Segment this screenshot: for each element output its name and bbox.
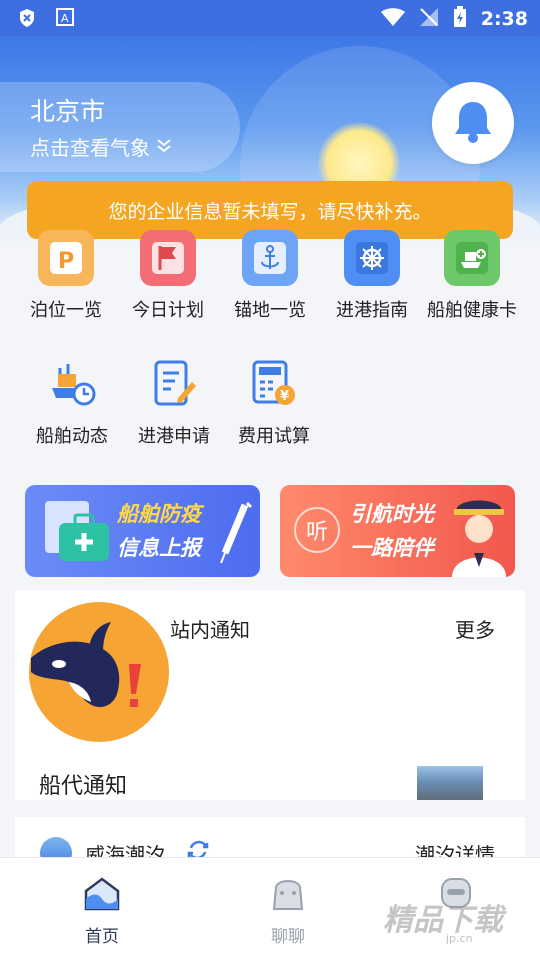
ship-health-icon (444, 230, 500, 286)
tab-chat[interactable]: 聊聊 (228, 872, 348, 947)
ship-clock-icon (44, 356, 100, 412)
status-bar: A 2:38 (0, 0, 540, 36)
font-a-icon: A (56, 8, 74, 32)
weather-link[interactable]: 点击查看气象 (30, 132, 240, 161)
site-watermark-url: jp.cn (446, 932, 473, 945)
city-name: 北京市 (30, 97, 106, 126)
port-photo-thumbnail[interactable] (417, 766, 483, 800)
no-signal-icon (419, 7, 439, 31)
clock-time: 2:38 (480, 8, 528, 30)
bell-icon (451, 98, 495, 148)
tab-home[interactable]: 首页 (42, 872, 162, 947)
pilotage-audio-banner[interactable]: 听 引航时光 一路陪伴 (280, 485, 515, 577)
pilot-captain-illustration (446, 491, 512, 577)
grid-item-port-application[interactable]: 进港申请 (122, 356, 226, 448)
station-notice-card: 站内通知 更多 船代通知 (15, 590, 525, 800)
orca-mascot-illustration (29, 602, 169, 742)
ship-agent-notice-title[interactable]: 船代通知 (39, 768, 127, 800)
more-notices-link[interactable]: 更多 (455, 614, 495, 643)
parking-icon: P (38, 230, 94, 286)
flag-icon (140, 230, 196, 286)
svg-text:¥: ¥ (280, 389, 289, 404)
city-weather-card[interactable]: 北京市 点击查看气象 (0, 82, 240, 172)
svg-text:A: A (61, 12, 69, 25)
epidemic-report-banner[interactable]: 船舶防疫 信息上报 (25, 485, 260, 577)
anchor-icon (242, 230, 298, 286)
listen-badge: 听 (294, 507, 340, 553)
grid-item-ship-health[interactable]: 船舶健康卡 (420, 230, 524, 322)
notification-bell-button[interactable] (432, 82, 514, 164)
notice-section-title: 站内通知 (170, 618, 250, 642)
edit-doc-icon (146, 356, 202, 412)
helm-icon (344, 230, 400, 286)
battery-icon (453, 6, 467, 32)
grid-item-anchorage[interactable]: 锚地一览 (218, 230, 322, 322)
grid-item-berth[interactable]: P 泊位一览 (14, 230, 118, 322)
grid-item-ship-dynamics[interactable]: 船舶动态 (20, 356, 124, 448)
syringe-icon (217, 501, 253, 569)
wifi-icon (380, 7, 405, 31)
site-watermark: 精品下载 (383, 903, 503, 938)
calculator-icon: ¥ (246, 356, 302, 412)
grid-item-fee-estimate[interactable]: ¥ 费用试算 (222, 356, 326, 448)
double-chevron-down-icon (156, 135, 172, 159)
grid-item-today-plan[interactable]: 今日计划 (116, 230, 220, 322)
svg-text:P: P (58, 249, 74, 274)
home-wave-icon (42, 872, 162, 914)
chat-icon (228, 872, 348, 914)
grid-item-port-guide[interactable]: 进港指南 (320, 230, 424, 322)
medical-kit-illustration (37, 497, 117, 573)
shield-icon (18, 8, 36, 32)
